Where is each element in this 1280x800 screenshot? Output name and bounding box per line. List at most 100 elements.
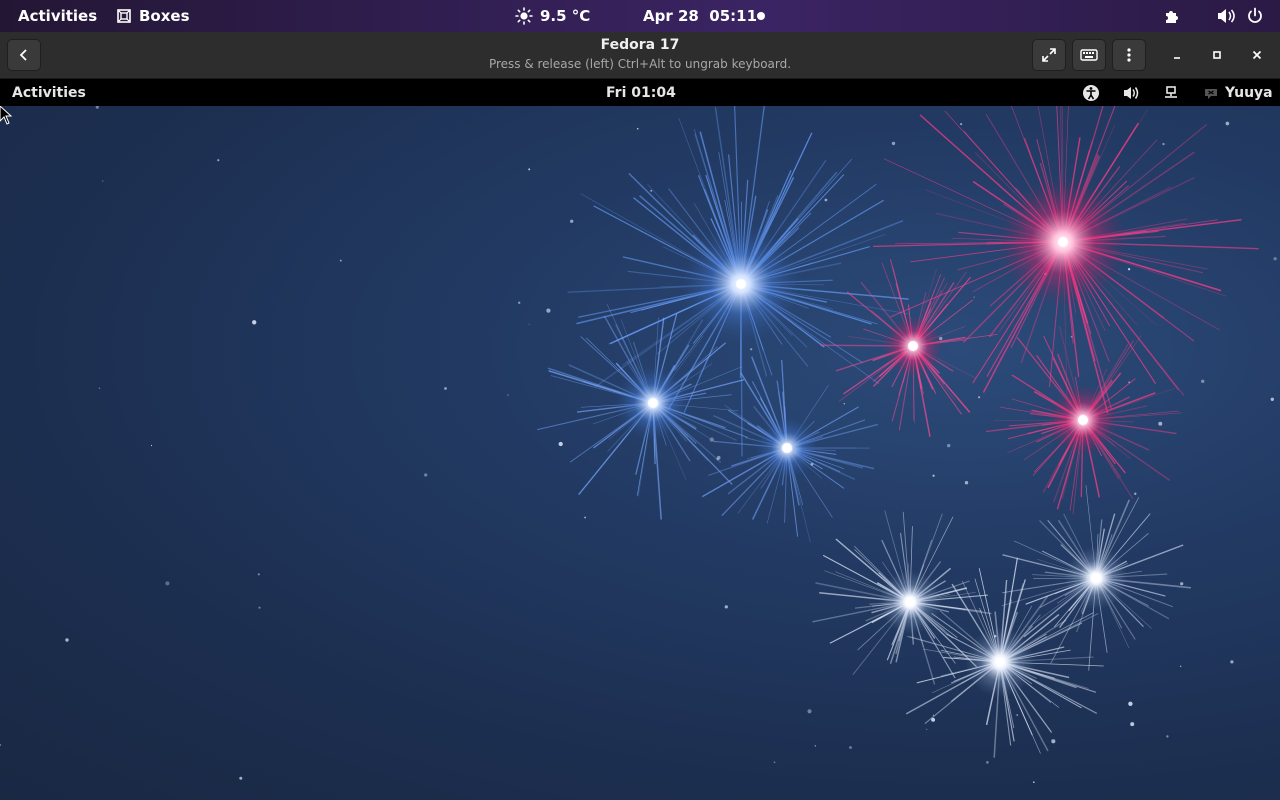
back-button[interactable] xyxy=(7,39,41,71)
star xyxy=(978,396,981,399)
star xyxy=(1051,739,1056,744)
host-weather[interactable]: 9.5 °C xyxy=(515,0,590,32)
user-menu[interactable]: Yuuya xyxy=(1204,79,1273,106)
host-app-menu[interactable]: Boxes xyxy=(116,0,190,32)
send-keys-button[interactable] xyxy=(1072,39,1106,71)
guest-activities-label: Activities xyxy=(12,84,86,101)
host-app-name: Boxes xyxy=(139,7,190,25)
star xyxy=(1200,379,1205,384)
guest-desktop[interactable] xyxy=(0,106,1280,800)
star xyxy=(1032,781,1035,784)
star xyxy=(947,443,951,448)
star xyxy=(101,180,104,182)
weather-temperature: 9.5 °C xyxy=(540,7,591,25)
star xyxy=(636,127,639,130)
vm-subtitle: Press & release (left) Ctrl+Alt to ungra… xyxy=(488,57,792,71)
star xyxy=(518,301,521,304)
star xyxy=(973,296,975,298)
star xyxy=(932,474,935,477)
star xyxy=(507,394,509,396)
star xyxy=(1127,268,1131,271)
star xyxy=(843,403,846,405)
host-top-bar: Activities Boxes 9.5 °C Apr 28 05:11 xyxy=(0,0,1280,32)
guest-top-panel: Activities Fri 01:04 Yuuya xyxy=(0,79,1280,106)
star xyxy=(239,776,243,780)
host-clock[interactable]: Apr 28 05:11 xyxy=(643,0,757,32)
star xyxy=(258,606,261,609)
star xyxy=(252,320,257,325)
star xyxy=(849,746,852,749)
menu-button[interactable] xyxy=(1112,39,1146,71)
star xyxy=(650,189,653,192)
guest-clock[interactable]: Fri 01:04 xyxy=(606,79,676,106)
star xyxy=(1134,492,1137,495)
maximize-button[interactable] xyxy=(1205,43,1229,67)
star xyxy=(98,387,101,390)
star xyxy=(1130,722,1135,727)
star xyxy=(964,481,969,485)
star xyxy=(570,219,574,223)
star xyxy=(0,743,2,747)
sun-icon xyxy=(515,7,533,25)
star xyxy=(986,761,989,764)
star xyxy=(95,106,99,109)
star xyxy=(807,709,812,714)
host-activities-button[interactable]: Activities xyxy=(18,0,97,32)
minimize-button[interactable] xyxy=(1165,43,1189,67)
chevron-left-icon xyxy=(19,49,27,61)
host-clock-label: Apr 28 05:11 xyxy=(643,7,758,25)
mouse-pointer-icon xyxy=(0,106,13,125)
close-button[interactable] xyxy=(1245,43,1269,67)
star xyxy=(165,581,170,586)
star xyxy=(528,323,530,325)
firework-bursts xyxy=(537,106,1259,758)
volume-icon[interactable] xyxy=(1216,0,1236,32)
fireworks-wallpaper xyxy=(0,106,1277,784)
guest-clock-label: Fri 01:04 xyxy=(606,84,676,101)
star xyxy=(750,348,753,351)
user-name: Yuuya xyxy=(1225,84,1273,101)
star xyxy=(528,168,531,171)
star xyxy=(424,473,428,477)
kebab-menu-icon xyxy=(1127,48,1131,62)
keyboard-icon xyxy=(1080,49,1098,61)
star xyxy=(1230,660,1234,664)
notification-dot-icon xyxy=(757,0,765,32)
star xyxy=(824,198,828,202)
minimize-icon xyxy=(1174,57,1180,59)
star xyxy=(65,638,69,642)
fullscreen-button[interactable] xyxy=(1032,39,1066,71)
star xyxy=(217,159,220,162)
star xyxy=(444,387,447,390)
star xyxy=(1158,421,1163,426)
star xyxy=(1273,257,1277,261)
star xyxy=(1128,701,1133,706)
star xyxy=(814,745,816,747)
guest-volume-icon[interactable] xyxy=(1122,79,1140,106)
star xyxy=(926,728,928,731)
puzzle-icon[interactable] xyxy=(1163,0,1181,32)
star xyxy=(1179,665,1182,668)
close-icon xyxy=(1252,50,1262,60)
star xyxy=(546,308,551,313)
accessibility-icon[interactable] xyxy=(1082,79,1100,106)
star xyxy=(1166,735,1169,738)
star xyxy=(150,444,153,447)
star xyxy=(1225,121,1230,126)
firework-burst xyxy=(820,258,998,438)
star xyxy=(257,573,260,576)
power-icon[interactable] xyxy=(1246,0,1264,32)
host-activities-label: Activities xyxy=(18,7,98,25)
user-status-icon xyxy=(1205,88,1217,99)
star xyxy=(891,141,896,146)
star xyxy=(960,123,963,126)
star xyxy=(584,516,586,519)
firework-burst xyxy=(986,326,1182,515)
star xyxy=(339,259,342,262)
vm-title: Fedora 17 xyxy=(600,37,680,53)
star xyxy=(1270,397,1274,401)
star xyxy=(773,761,776,764)
guest-activities-button[interactable]: Activities xyxy=(12,79,86,106)
network-wired-icon[interactable] xyxy=(1163,79,1179,106)
star xyxy=(724,605,728,609)
